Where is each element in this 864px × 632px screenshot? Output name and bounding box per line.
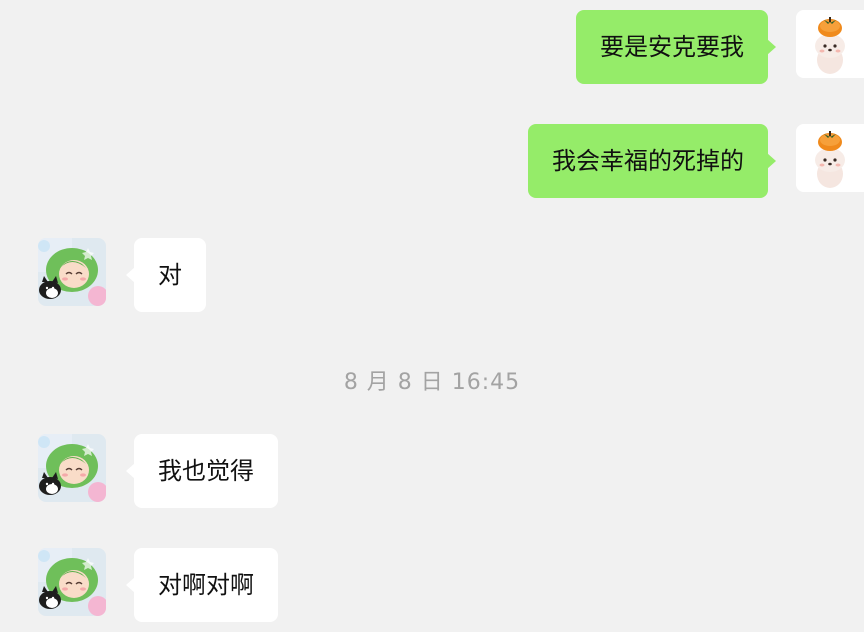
message-bubble-incoming[interactable]: 我也觉得 [126,434,278,508]
message-text: 要是安克要我 [600,33,744,61]
message-bubble-incoming[interactable]: 对啊对啊 [126,548,278,622]
message-row: 对 [0,238,864,312]
message-row: 要是安克要我 [0,10,864,84]
chat-message-list[interactable]: 要是安克要我 我会幸福的死掉的 对 8 月 8 日 16:45 我也觉得 对啊对… [0,0,864,632]
green-hair-girl-cat-avatar[interactable] [38,434,106,502]
message-bubble-outgoing[interactable]: 我会幸福的死掉的 [528,124,776,198]
message-text: 对 [158,261,182,289]
persimmon-puppy-avatar[interactable] [796,124,864,192]
message-text: 对啊对啊 [158,571,254,599]
message-text: 我也觉得 [158,457,254,485]
message-bubble-incoming[interactable]: 对 [126,238,206,312]
persimmon-puppy-avatar[interactable] [796,10,864,78]
message-timestamp: 8 月 8 日 16:45 [343,370,521,395]
green-hair-girl-cat-avatar[interactable] [38,238,106,306]
message-row: 我会幸福的死掉的 [0,124,864,198]
green-hair-girl-cat-avatar[interactable] [38,548,106,616]
message-text: 我会幸福的死掉的 [552,147,744,175]
message-row: 对啊对啊 [0,548,864,622]
message-row: 我也觉得 [0,434,864,508]
message-bubble-outgoing[interactable]: 要是安克要我 [576,10,776,84]
